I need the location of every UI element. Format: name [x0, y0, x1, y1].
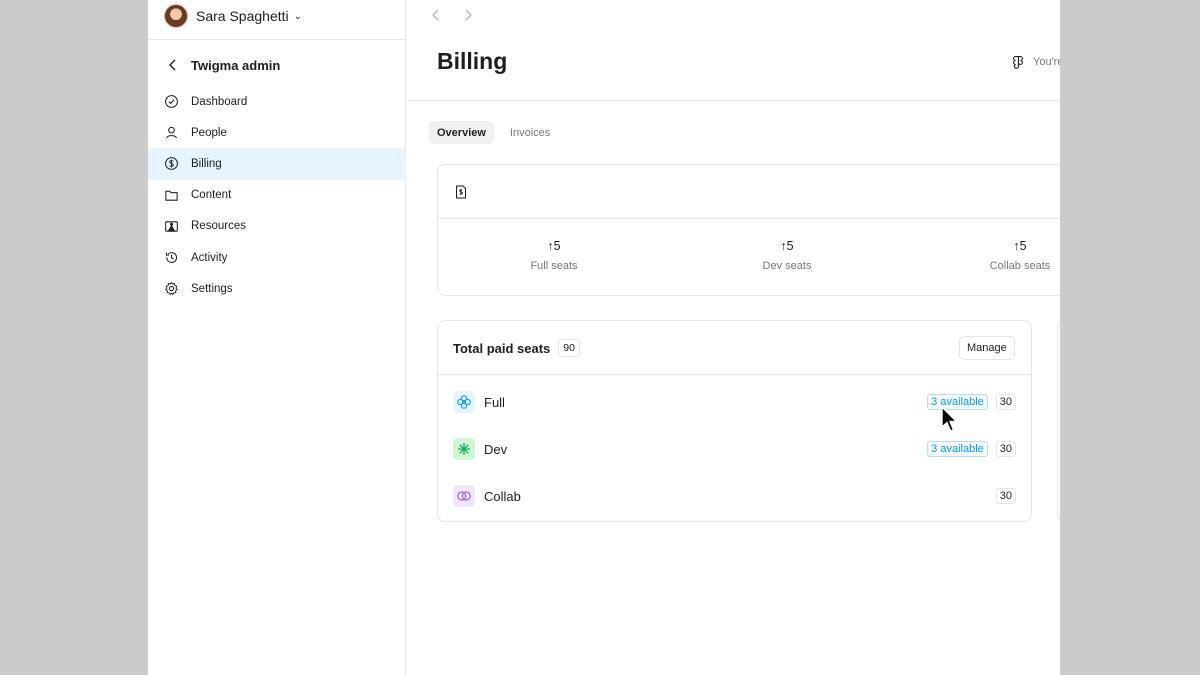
stat-label: Collab seats: [989, 260, 1051, 272]
sidebar-item-billing[interactable]: Billing: [148, 148, 406, 180]
seat-name: Collab: [484, 488, 521, 504]
resources-icon: [164, 219, 179, 234]
sidebar-item-dashboard[interactable]: Dashboard: [148, 86, 406, 117]
stat-value: ↑5: [780, 239, 794, 253]
sidebar-item-settings[interactable]: Settings: [148, 273, 406, 304]
manage-button[interactable]: Manage: [959, 336, 1015, 360]
sidebar-item-label: Settings: [191, 282, 233, 295]
sidebar-item-label: Dashboard: [191, 95, 248, 108]
sidebar-item-label: Billing: [191, 157, 222, 170]
paid-seats-title: Total paid seats: [453, 340, 551, 356]
app-window: Sara Spaghetti ⌄ Twigma admin Dashboard …: [148, 0, 1060, 675]
user-switcher[interactable]: Sara Spaghetti ⌄: [164, 3, 302, 29]
sidebar-divider: [148, 39, 406, 40]
sidebar-item-content[interactable]: Content: [148, 180, 406, 211]
stat-label: Full seats: [530, 260, 578, 272]
header-divider: [407, 100, 1060, 101]
invoice-dollar-icon: [456, 185, 466, 199]
billing-tabs: Overview Invoices: [429, 121, 558, 144]
full-seat-icon: [453, 391, 475, 413]
stat-dev-seats: ↑5 Dev seats: [727, 239, 847, 272]
history-icon: [164, 250, 179, 265]
seat-meta: 3 available 30: [927, 441, 1016, 457]
sidebar-item-label: Resources: [191, 220, 246, 233]
sidebar-item-people[interactable]: People: [148, 117, 406, 148]
back-icon[interactable]: [427, 7, 445, 23]
seat-row-full: Full 3 available 30: [453, 391, 1016, 413]
card-divider: [438, 218, 1060, 219]
paid-seats-header: Total paid seats 90: [453, 339, 580, 357]
plan-status: You're: [1011, 55, 1060, 69]
card-divider: [438, 374, 1031, 375]
admin-header: Twigma admin: [166, 54, 280, 76]
sidebar-item-label: Activity: [191, 251, 228, 264]
history-nav: [427, 7, 477, 23]
admin-nav: Dashboard People Billing Content Resourc…: [148, 86, 406, 304]
figma-logo-icon: [1013, 55, 1023, 69]
paid-seats-card: Total paid seats 90 Manage Full 3 availa…: [437, 320, 1032, 522]
dashboard-check-icon: [164, 94, 179, 109]
seat-name: Dev: [484, 441, 508, 457]
avatar: [164, 4, 188, 28]
stat-collab-seats: ↑5 Collab seats: [960, 239, 1060, 272]
sidebar: Sara Spaghetti ⌄ Twigma admin Dashboard …: [148, 0, 406, 675]
stat-full-seats: ↑5 Full seats: [494, 239, 614, 272]
sidebar-item-label: Content: [191, 189, 232, 202]
sidebar-item-activity[interactable]: Activity: [148, 242, 406, 273]
tab-overview[interactable]: Overview: [429, 121, 494, 144]
folder-icon: [164, 188, 179, 203]
chevron-down-icon: ⌄: [293, 10, 303, 22]
seat-count: 30: [995, 394, 1016, 410]
gear-icon: [164, 281, 179, 296]
stat-value: ↑5: [547, 239, 561, 253]
sidebar-item-resources[interactable]: Resources: [148, 211, 406, 242]
person-icon: [164, 125, 179, 140]
seat-count: 30: [995, 441, 1016, 457]
side-card: [1057, 320, 1060, 522]
forward-icon[interactable]: [459, 7, 477, 23]
plan-status-text: You're: [1033, 56, 1060, 68]
page-title: Billing: [437, 48, 508, 74]
seat-name: Full: [484, 394, 505, 410]
seat-meta: 30: [995, 488, 1016, 504]
main-content: Billing You're Overview Invoices ↑5 Full…: [407, 0, 1060, 675]
dev-seat-icon: [453, 438, 475, 460]
admin-title: Twigma admin: [191, 57, 281, 73]
seat-count: 30: [995, 488, 1016, 504]
sidebar-item-label: People: [191, 126, 227, 139]
tab-invoices[interactable]: Invoices: [502, 121, 558, 144]
user-name: Sara Spaghetti: [196, 8, 289, 24]
back-arrow-icon[interactable]: [166, 58, 180, 72]
stat-value: ↑5: [1013, 239, 1027, 253]
total-seats-badge: 90: [558, 339, 580, 357]
seat-meta: 3 available 30: [927, 394, 1016, 410]
upcoming-changes-card: ↑5 Full seats ↑5 Dev seats ↑5 Collab sea…: [437, 164, 1060, 296]
stat-label: Dev seats: [762, 260, 812, 272]
available-link[interactable]: 3 available: [927, 394, 988, 410]
billing-dollar-icon: [164, 156, 179, 171]
available-link[interactable]: 3 available: [927, 441, 988, 457]
collab-seat-icon: [453, 485, 475, 507]
seat-row-collab: Collab 30: [453, 485, 1016, 507]
seat-row-dev: Dev 3 available 30: [453, 438, 1016, 460]
